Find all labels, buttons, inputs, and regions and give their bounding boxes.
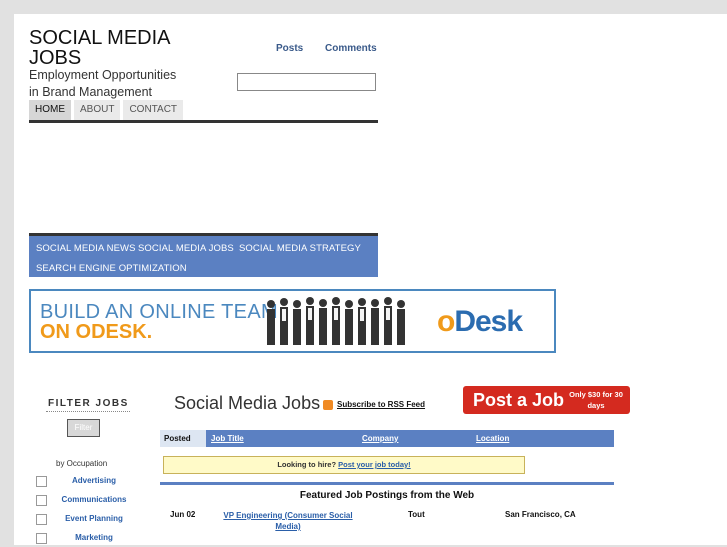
occupation-item-communications: Communications [36,495,146,509]
jobs-heading: Social Media Jobs [174,393,321,413]
nav-posts-wrap: Posts [276,38,303,56]
jobs-table-header: Posted Job Title Company Location [160,430,614,447]
filter-divider [46,411,130,412]
tab-contact[interactable]: CONTACT [123,100,184,120]
job-row[interactable]: Jun 02 VP Engineering (Consumer Social M… [160,510,614,540]
team-people-illustration [267,297,405,345]
site-tagline: Employment Opportunities in Brand Manage… [29,68,177,99]
occupation-link-communications[interactable]: Communications [44,495,144,504]
nav-posts-link[interactable]: Posts [276,43,303,54]
main-tabs: HOME ABOUT CONTACT [29,100,184,120]
tab-home[interactable]: HOME [29,100,71,120]
job-location: San Francisco, CA [505,510,576,519]
job-date: Jun 02 [170,510,196,519]
rss-icon[interactable] [323,400,333,410]
occupation-item-advertising: Advertising [36,476,146,490]
odesk-logo-o: o [437,305,455,338]
hire-prompt-text: Looking to hire? [277,460,337,469]
category-nav: SOCIAL MEDIA NEWS SOCIAL MEDIA JOBS SOCI… [29,233,378,277]
post-a-job-button[interactable]: Post a Job Only $30 for 30 days [463,386,630,414]
filter-button[interactable]: Filter [67,419,100,437]
posted-header-cell: Posted [160,430,206,447]
nav-comments-link[interactable]: Comments [325,43,377,54]
category-seo[interactable]: SEARCH ENGINE OPTIMIZATION [36,263,187,274]
column-company[interactable]: Company [362,434,398,443]
filter-jobs-heading: FILTER JOBS [48,398,129,409]
occupation-label: by Occupation [56,459,108,468]
post-job-today-link[interactable]: Post your job today! [338,460,411,469]
column-posted[interactable]: Posted [164,434,191,443]
job-title-link[interactable]: VP Engineering (Consumer Social Media) [213,510,363,532]
site-title[interactable]: SOCIAL MEDIA JOBS [29,28,179,68]
category-social-media-strategy[interactable]: SOCIAL MEDIA STRATEGY [239,243,361,254]
banner-line2: ON ODESK. [40,321,153,343]
banner-line1: BUILD AN ONLINE TEAM [40,301,278,323]
odesk-banner-ad[interactable]: BUILD AN ONLINE TEAM ON ODESK. oDesk [29,289,556,353]
page: SOCIAL MEDIA JOBS Employment Opportuniti… [14,14,727,545]
post-a-job-price: Only $30 for 30 days [569,390,623,410]
post-a-job-label: Post a Job [473,390,565,410]
column-job-title[interactable]: Job Title [211,434,244,443]
category-social-media-jobs[interactable]: SOCIAL MEDIA JOBS [138,243,234,254]
occupation-item-event-planning: Event Planning [36,514,146,528]
search-input[interactable] [237,73,376,91]
header-divider [29,120,378,123]
occupation-link-marketing[interactable]: Marketing [44,533,144,542]
tab-about[interactable]: ABOUT [74,100,121,120]
occupation-link-advertising[interactable]: Advertising [44,476,144,485]
nav-comments-wrap: Comments [325,38,377,56]
occupation-link-event-planning[interactable]: Event Planning [44,514,144,523]
odesk-logo-desk: Desk [454,305,523,338]
category-social-media-news[interactable]: SOCIAL MEDIA NEWS [36,243,136,254]
featured-divider [160,482,614,485]
odesk-logo: oDesk [437,305,523,339]
rss-subscribe-link[interactable]: Subscribe to RSS Feed [337,400,425,409]
job-company: Tout [408,510,425,519]
hire-prompt-box: Looking to hire? Post your job today! [163,456,525,474]
column-location[interactable]: Location [476,434,509,443]
featured-heading: Featured Job Postings from the Web [299,490,475,501]
